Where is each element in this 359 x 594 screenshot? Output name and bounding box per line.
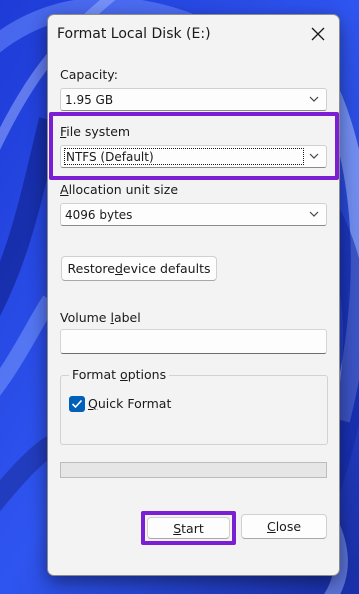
dialog-title: Format Local Disk (E:) [57,26,211,42]
quick-format-checkbox[interactable] [69,396,85,412]
capacity-dropdown[interactable]: 1.95 GB [60,88,327,111]
quick-format-label[interactable]: Quick Format [88,396,171,411]
title-bar: Format Local Disk (E:) [48,15,339,53]
capacity-label: Capacity: [60,67,118,82]
start-button[interactable]: Start [147,517,230,539]
chevron-down-icon [309,211,319,217]
file-system-label: File system [60,124,131,139]
chevron-down-icon [309,96,319,102]
format-progress-bar [60,462,327,478]
close-window-button[interactable] [305,22,331,46]
volume-label-input[interactable] [60,329,327,354]
allocation-value: 4096 bytes [65,208,133,222]
allocation-label: Allocation unit size [60,182,179,197]
file-system-focus-box: NTFS (Default) [64,148,304,165]
capacity-value: 1.95 GB [65,93,114,107]
checkmark-icon [71,399,83,409]
format-options-title: Format options [69,367,170,382]
format-options-group: Format options Quick Format [60,367,328,445]
close-button[interactable]: Close [241,514,327,539]
restore-defaults-button[interactable]: Restore d evice defaults [61,256,217,281]
allocation-dropdown[interactable]: 4096 bytes [60,203,327,226]
chevron-down-icon [309,153,319,159]
file-system-value: NTFS (Default) [66,150,154,164]
volume-label: Volume label [60,310,141,325]
close-icon [311,27,325,41]
format-dialog: Format Local Disk (E:) Capacity: 1.95 GB… [47,14,340,576]
file-system-dropdown[interactable]: NTFS (Default) [60,145,327,168]
